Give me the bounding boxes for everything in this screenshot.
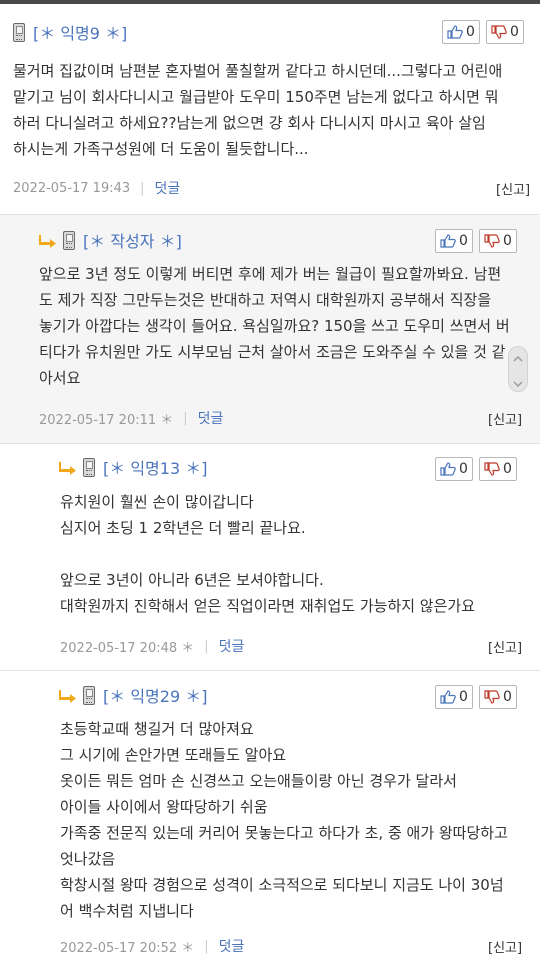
dislike-count: 0: [503, 233, 512, 249]
mobile-phone-icon: [83, 457, 95, 477]
comment-text: 앞으로 3년 정도 이렇게 버티면 후에 제가 버는 월급이 필요할까봐요. 남…: [39, 265, 510, 387]
reply-link[interactable]: 덧글: [219, 936, 245, 956]
reply-arrow-icon: [59, 460, 77, 475]
comment-author[interactable]: [＊ 익명9 ＊]: [33, 20, 127, 44]
comment-author[interactable]: [＊ 작성자 ＊]: [83, 228, 182, 252]
thumbs-down-icon: [484, 690, 500, 704]
like-button[interactable]: 0: [435, 229, 473, 253]
thumbs-down-icon: [484, 462, 500, 476]
comment-author[interactable]: [＊ 익명13 ＊]: [103, 455, 207, 479]
chevron-down-icon: [513, 372, 523, 391]
comment-meta: 2022-05-17 20:48 ＊ | 덧글: [60, 636, 244, 656]
comment-header: [＊ 익명13 ＊]: [59, 453, 207, 481]
comment-text: 물거며 집값이며 남편분 혼자벌어 풀칠할꺼 같다고 하시던데...그렇다고 어…: [13, 62, 503, 158]
comment-author[interactable]: [＊ 익명29 ＊]: [103, 683, 207, 707]
vote-buttons: 0 0: [435, 685, 517, 709]
comment-header: [＊ 익명9 ＊]: [13, 18, 127, 46]
like-count: 0: [466, 24, 475, 40]
thumbs-down-icon: [491, 25, 507, 39]
meta-divider: |: [204, 938, 209, 954]
report-link[interactable]: [신고]: [488, 637, 522, 656]
report-link[interactable]: [신고]: [488, 937, 522, 956]
thumbs-down-icon: [484, 234, 500, 248]
reply-link[interactable]: 덧글: [155, 178, 181, 198]
like-button[interactable]: 0: [442, 20, 480, 44]
comment-meta: 2022-05-17 20:11 ＊ | 덧글: [39, 408, 223, 428]
scroll-handle[interactable]: [508, 346, 528, 392]
comment-header: [＊ 익명29 ＊]: [59, 681, 207, 709]
like-button[interactable]: 0: [435, 457, 473, 481]
mobile-phone-icon: [83, 685, 95, 705]
like-count: 0: [459, 689, 468, 705]
comment-date: 2022-05-17 20:48 ＊: [60, 640, 195, 656]
thumbs-up-icon: [440, 690, 456, 704]
dislike-button[interactable]: 0: [479, 685, 517, 709]
dislike-button[interactable]: 0: [479, 457, 517, 481]
dislike-button[interactable]: 0: [479, 229, 517, 253]
vote-buttons: 0 0: [442, 20, 524, 44]
vote-buttons: 0 0: [435, 457, 517, 481]
mobile-phone-icon: [63, 230, 75, 250]
reply-link[interactable]: 덧글: [219, 636, 245, 656]
report-link[interactable]: [신고]: [488, 409, 522, 428]
comment-meta: 2022-05-17 20:52 ＊ | 덧글: [60, 936, 244, 956]
dislike-count: 0: [510, 24, 519, 40]
comment-text: 초등학교때 챙길거 더 많아져요 그 시기에 손안가면 또래들도 알아요 옷이든…: [60, 720, 508, 920]
like-count: 0: [459, 233, 468, 249]
vote-buttons: 0 0: [435, 229, 517, 253]
chevron-up-icon: [513, 347, 523, 366]
comment-date: 2022-05-17 20:11 ＊: [39, 412, 174, 428]
thumbs-up-icon: [447, 25, 463, 39]
comment-header: [＊ 작성자 ＊]: [39, 226, 182, 254]
comment-item: [＊ 익명29 ＊] 0 0 초등학교때 챙길거 더 많아져요 그 시기에 손안…: [0, 671, 540, 964]
dislike-count: 0: [503, 689, 512, 705]
like-button[interactable]: 0: [435, 685, 473, 709]
reply-arrow-icon: [59, 688, 77, 703]
reply-link[interactable]: 덧글: [198, 408, 224, 428]
mobile-phone-icon: [13, 22, 25, 42]
meta-divider: |: [204, 638, 209, 654]
comment-item: [＊ 익명9 ＊] 0 0 물거며 집값이며 남편분 혼자벌어 풀칠할꺼 같다고…: [0, 4, 540, 215]
reply-arrow-icon: [39, 233, 57, 248]
dislike-count: 0: [503, 461, 512, 477]
comment-item: [＊ 작성자 ＊] 0 0 앞으로 3년 정도 이렇게 버티면 후에 제가 버는…: [0, 215, 540, 444]
thumbs-up-icon: [440, 234, 456, 248]
comment-date: 2022-05-17 19:43: [13, 180, 131, 196]
thumbs-up-icon: [440, 462, 456, 476]
comment-meta: 2022-05-17 19:43 | 덧글: [13, 178, 180, 198]
meta-divider: |: [183, 410, 188, 426]
comment-item: [＊ 익명13 ＊] 0 0 유치원이 훨씬 손이 많이갑니다 심지어 초딩 1…: [0, 444, 540, 671]
report-link[interactable]: [신고]: [496, 179, 530, 198]
dislike-button[interactable]: 0: [486, 20, 524, 44]
like-count: 0: [459, 461, 468, 477]
meta-divider: |: [140, 180, 145, 196]
comment-date: 2022-05-17 20:52 ＊: [60, 940, 195, 956]
comment-text: 유치원이 훨씬 손이 많이갑니다 심지어 초딩 1 2학년은 더 빨리 끝나요.…: [60, 493, 476, 615]
